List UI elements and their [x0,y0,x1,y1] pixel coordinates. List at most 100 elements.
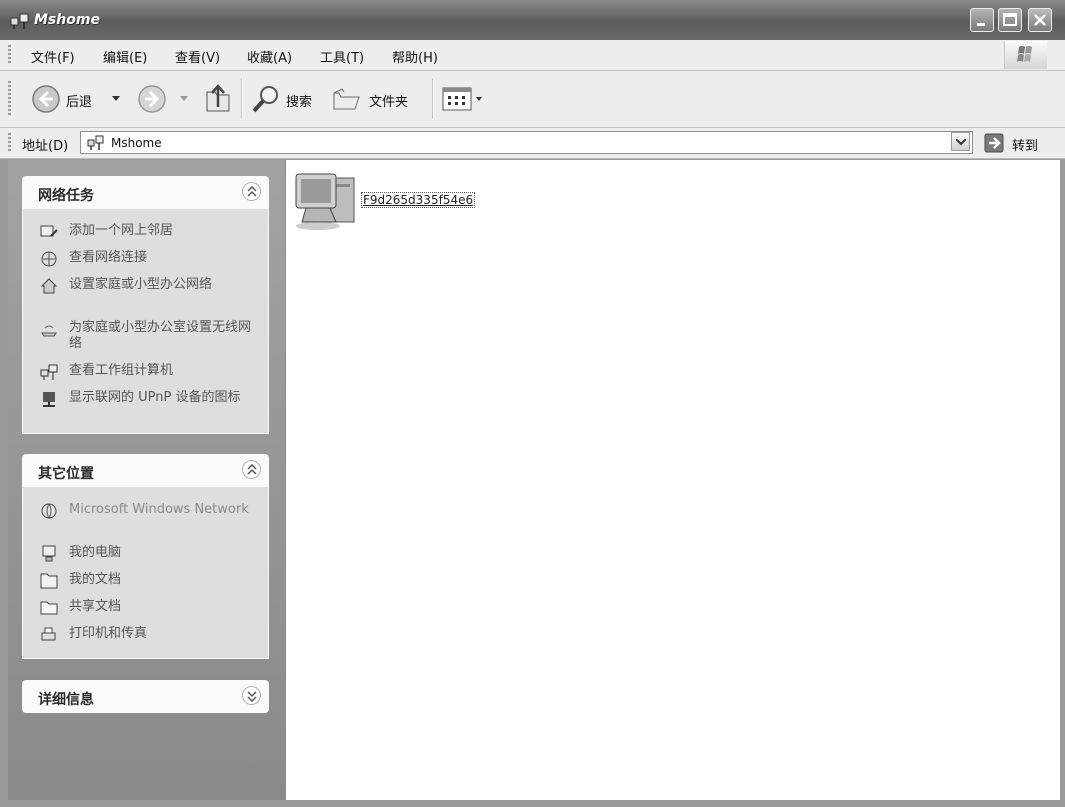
collapse-button[interactable] [242,182,261,201]
task-view-workgroup[interactable]: 查看工作组计算机 [39,362,261,382]
menu-bar: 文件(F) 编辑(E) 查看(V) 收藏(A) 工具(T) 帮助(H) [0,40,1065,71]
views-button[interactable] [440,85,486,113]
menu-tools[interactable]: 工具(T) [320,47,364,66]
task-label: 查看工作组计算机 [69,363,174,378]
chevron-down-icon [247,691,257,702]
add-network-place-icon [40,225,58,237]
search-button[interactable]: 搜索 [248,83,324,115]
other-places-panel: 其它位置 Microsoft Windows Network 我的电脑 我的文档 [22,454,269,659]
computer-name[interactable]: F9d265d335f54e6 [361,192,476,208]
place-windows-network[interactable]: Microsoft Windows Network [39,501,261,537]
folders-icon [333,88,360,110]
address-input[interactable]: Mshome [80,131,973,154]
toolbar-grip[interactable] [8,81,11,117]
forward-arrow-icon [138,85,166,113]
details-title: 详细信息 [38,692,94,708]
menubar-grip[interactable] [8,45,11,65]
windows-logo-icon [1004,41,1047,69]
back-arrow-icon [32,85,60,113]
close-button[interactable] [1028,8,1052,32]
shared-documents-icon [40,601,58,615]
views-icon [442,87,482,111]
place-label: 共享文档 [69,599,122,614]
search-icon [252,86,278,113]
my-documents-icon [40,573,58,589]
address-value: Mshome [111,136,162,150]
forward-button[interactable] [136,83,196,115]
minimize-button[interactable] [970,8,994,32]
printers-faxes-icon [41,627,56,641]
task-add-network-place[interactable]: 添加一个网上邻居 [39,222,261,242]
wireless-setup-icon [41,325,57,337]
collapse-button[interactable] [242,460,261,479]
close-icon [1034,14,1046,26]
upnp-device-icon [43,392,55,407]
place-printers-faxes[interactable]: 打印机和传真 [39,625,261,645]
place-my-computer[interactable]: 我的电脑 [39,544,261,564]
address-grip[interactable] [8,133,11,153]
network-tasks-body: 添加一个网上邻居 查看网络连接 设置家庭或小型办公网络 为家庭或小型办公室设置无… [22,209,269,434]
folders-label: 文件夹 [369,95,409,110]
task-home-network-setup[interactable]: 设置家庭或小型办公网络 [39,276,261,312]
address-label: 地址(D) [22,139,69,154]
menu-favorites[interactable]: 收藏(A) [247,47,292,66]
network-tasks-header[interactable]: 网络任务 [22,176,269,209]
address-dropdown-button[interactable] [951,132,970,151]
folders-button[interactable]: 文件夹 [331,83,427,115]
place-label: 我的电脑 [69,545,122,560]
network-folder-icon [10,13,29,29]
home-network-setup-icon [40,278,58,294]
task-wireless-setup[interactable]: 为家庭或小型办公室设置无线网络 [39,319,261,355]
workgroup-computers-icon [40,364,58,380]
network-tasks-title: 网络任务 [38,188,94,204]
task-show-upnp[interactable]: 显示联网的 UPnP 设备的图标 [39,389,261,425]
toolbar-separator [432,79,433,119]
other-places-title: 其它位置 [38,466,94,482]
place-my-documents[interactable]: 我的文档 [39,571,261,591]
computer-icon [295,173,355,230]
network-tasks-panel: 网络任务 添加一个网上邻居 查看网络连接 设置家庭或小型办公网络 为家庭或小型办… [22,176,269,434]
title-bar: Mshome [0,0,1065,41]
address-bar: 地址(D) Mshome 转到 [0,128,1065,159]
search-label: 搜索 [286,95,313,110]
chevron-down-icon [180,96,188,101]
menu-help[interactable]: 帮助(H) [392,47,438,66]
network-connections-icon [41,251,57,267]
up-folder-icon [206,84,230,112]
file-list-view[interactable]: F9d265d335f54e6 [285,160,1060,800]
menu-edit[interactable]: 编辑(E) [103,47,147,66]
expand-button[interactable] [242,686,261,705]
maximize-button[interactable] [998,8,1022,32]
my-computer-icon [42,545,56,562]
back-button[interactable]: 后退 [28,83,128,115]
place-label: 打印机和传真 [69,626,148,641]
toolbar-separator [241,79,242,119]
chevron-down-icon [112,96,120,101]
explorer-window: Mshome 文件(F) 编辑(E) 查看(V) 收藏(A) 工具(T) 帮助(… [0,0,1065,807]
windows-network-icon [41,503,57,520]
task-view-connections[interactable]: 查看网络连接 [39,249,261,269]
place-shared-documents[interactable]: 共享文档 [39,598,261,618]
other-places-body: Microsoft Windows Network 我的电脑 我的文档 共享文档… [22,487,269,659]
standard-toolbar: 后退 搜索 文件夹 [0,71,1065,128]
maximize-icon [1003,13,1017,26]
go-arrow-icon [984,133,1004,153]
details-panel: 详细信息 [22,680,269,713]
other-places-header[interactable]: 其它位置 [22,454,269,487]
task-label: 查看网络连接 [69,250,148,265]
minimize-icon [977,23,985,26]
place-label: 我的文档 [69,572,122,587]
network-folder-icon [87,135,104,150]
go-button[interactable] [984,133,1004,153]
chevron-up-icon [247,464,257,475]
task-label: 显示联网的 UPnP 设备的图标 [69,390,241,405]
details-header[interactable]: 详细信息 [22,680,269,713]
go-label[interactable]: 转到 [1012,135,1038,154]
task-label: 为家庭或小型办公室设置无线网络 [69,320,252,351]
task-label: 添加一个网上邻居 [69,223,174,238]
up-folder-button[interactable] [201,81,235,117]
menu-view[interactable]: 查看(V) [175,47,220,66]
window-title: Mshome [34,12,100,28]
back-label: 后退 [66,95,93,110]
menu-file[interactable]: 文件(F) [31,47,75,66]
